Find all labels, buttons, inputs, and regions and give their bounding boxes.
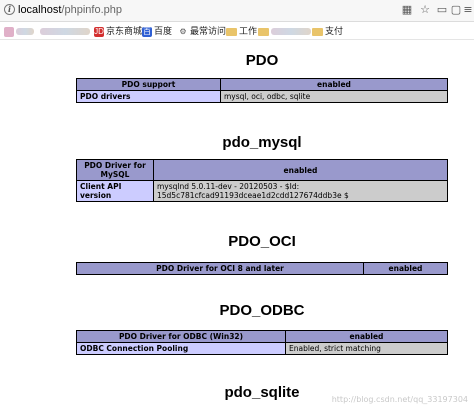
bookmark-label: 工作 bbox=[239, 26, 258, 36]
blurred-label bbox=[271, 28, 311, 36]
pdo-odbc-table: PDO Driver for ODBC (Win32) enabled ODBC… bbox=[76, 330, 448, 355]
menu-icon[interactable]: ≡ bbox=[462, 4, 474, 16]
pdo-oci-table: PDO Driver for OCI 8 and later enabled bbox=[76, 262, 448, 275]
page-icon bbox=[4, 26, 14, 37]
watermark: http://blog.csdn.net/qq_33197304 bbox=[331, 395, 468, 404]
gear-icon: ⚙ bbox=[179, 26, 187, 36]
table-header-cell: PDO Driver for MySQL bbox=[76, 159, 154, 181]
folder-icon bbox=[258, 27, 269, 36]
bookmark-label: 百度 bbox=[154, 26, 173, 36]
table-row: PDO Driver for MySQL enabled bbox=[76, 159, 448, 181]
star-icon[interactable]: ☆ bbox=[419, 4, 431, 16]
bookmark-blurred-3[interactable] bbox=[258, 24, 311, 38]
page-content: PDO PDO support enabled PDO drivers mysq… bbox=[0, 40, 474, 408]
table-row: PDO Driver for OCI 8 and later enabled bbox=[76, 262, 448, 275]
jd-icon: JD bbox=[94, 26, 104, 37]
bookmark-blurred-1[interactable] bbox=[4, 24, 34, 38]
bookmark-blurred-2[interactable] bbox=[40, 24, 90, 38]
table-header-cell: enabled bbox=[285, 330, 448, 343]
blurred-label bbox=[16, 28, 34, 36]
bookmark-frequent[interactable]: ⚙ 最常访问 bbox=[178, 24, 226, 38]
table-row: Client API version mysqlnd 5.0.11-dev - … bbox=[76, 180, 448, 202]
table-value-cell: mysqlnd 5.0.11-dev - 20120503 - $Id: 15d… bbox=[153, 180, 448, 202]
table-row: PDO Driver for ODBC (Win32) enabled bbox=[76, 330, 448, 343]
bookmarks-bar: JD 京东商城 百百度 ⚙ 最常访问 工作 支付 bbox=[0, 22, 474, 40]
table-value-cell: mysql, oci, odbc, sqlite bbox=[220, 90, 448, 103]
bookmark-baidu[interactable]: 百百度 bbox=[142, 24, 172, 38]
table-label-cell: Client API version bbox=[76, 180, 154, 202]
table-value-cell: Enabled, strict matching bbox=[285, 342, 448, 355]
folder-icon bbox=[312, 27, 323, 36]
bookmark-label: 京东商城 bbox=[106, 26, 143, 36]
section-title-pdo-oci: PDO_OCI bbox=[228, 233, 296, 250]
bookmark-label: 最常访问 bbox=[190, 26, 227, 36]
table-header-cell: enabled bbox=[153, 159, 448, 181]
bookmark-label: 支付 bbox=[325, 26, 344, 36]
url-field[interactable]: localhost/phpinfo.php bbox=[18, 4, 122, 17]
blurred-label bbox=[40, 28, 90, 36]
table-row: PDO support enabled bbox=[76, 78, 448, 91]
bookmark-jd[interactable]: JD 京东商城 bbox=[94, 24, 142, 38]
table-header-cell: enabled bbox=[363, 262, 448, 275]
address-bar[interactable]: i localhost/phpinfo.php ▦ ☆ ▭ ▢ ≡ bbox=[0, 0, 474, 22]
section-title-pdo-mysql: pdo_mysql bbox=[222, 134, 302, 151]
bookmark-folder-pay[interactable]: 支付 bbox=[312, 24, 343, 38]
table-header-cell: PDO Driver for ODBC (Win32) bbox=[76, 330, 286, 343]
section-title-pdo: PDO bbox=[245, 52, 279, 69]
section-title-pdo-odbc: PDO_ODBC bbox=[219, 302, 305, 319]
square-icon[interactable]: ▢ bbox=[450, 4, 462, 16]
qr-icon[interactable]: ▦ bbox=[401, 4, 413, 16]
info-icon[interactable]: i bbox=[4, 4, 15, 15]
table-header-cell: PDO support bbox=[76, 78, 221, 91]
table-row: PDO drivers mysql, oci, odbc, sqlite bbox=[76, 90, 448, 103]
url-path: /phpinfo.php bbox=[61, 4, 122, 16]
table-label-cell: PDO drivers bbox=[76, 90, 221, 103]
table-row: ODBC Connection Pooling Enabled, strict … bbox=[76, 342, 448, 355]
url-host: localhost bbox=[18, 4, 62, 16]
table-label-cell: ODBC Connection Pooling bbox=[76, 342, 286, 355]
pdo-table: PDO support enabled PDO drivers mysql, o… bbox=[76, 78, 448, 103]
pdo-mysql-table: PDO Driver for MySQL enabled Client API … bbox=[76, 159, 448, 202]
table-header-cell: PDO Driver for OCI 8 and later bbox=[76, 262, 364, 275]
table-header-cell: enabled bbox=[220, 78, 448, 91]
folder-icon bbox=[226, 27, 237, 36]
baidu-icon: 百 bbox=[142, 26, 152, 37]
bookmark-folder-work[interactable]: 工作 bbox=[226, 24, 257, 38]
minimize-icon[interactable]: ▭ bbox=[436, 4, 448, 16]
